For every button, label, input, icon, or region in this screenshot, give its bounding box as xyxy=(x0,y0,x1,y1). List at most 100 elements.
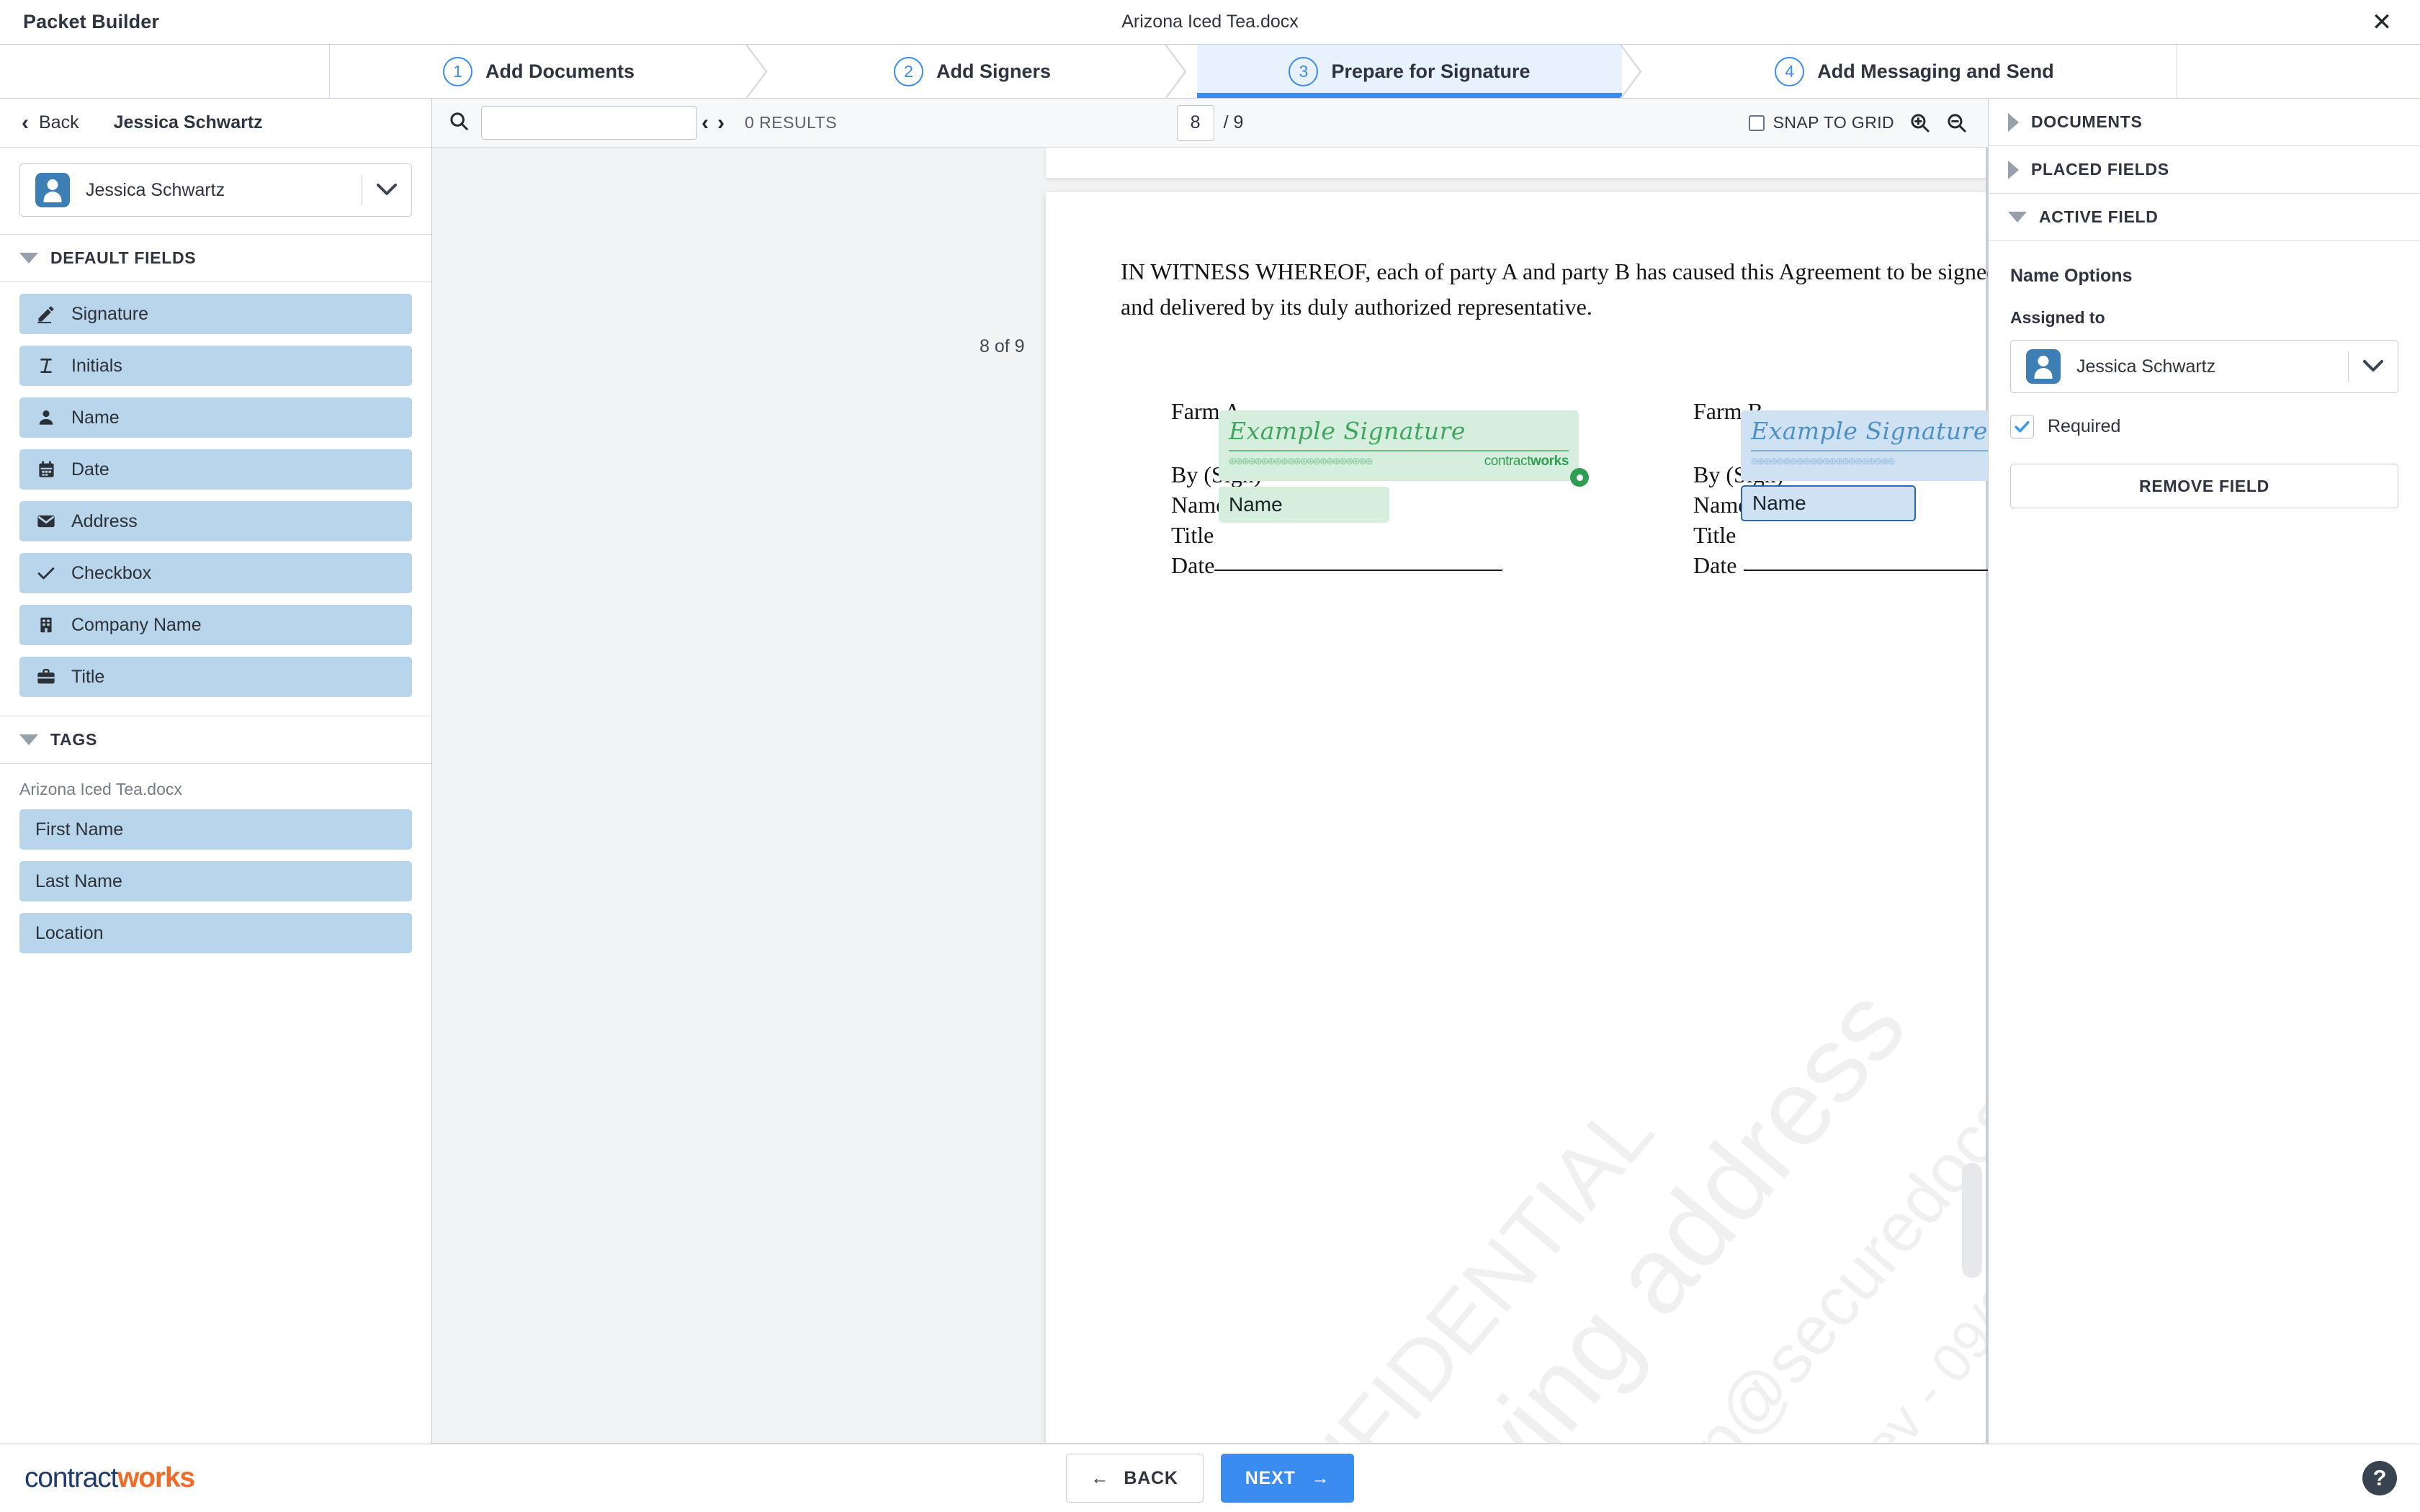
tags-section-header[interactable]: TAGS xyxy=(0,716,431,764)
required-label: Required xyxy=(2048,416,2120,437)
search-next-button[interactable]: › xyxy=(713,112,729,134)
document-toolbar: ‹ › 0 RESULTS / 9 SNAP TO GRID xyxy=(432,99,1988,148)
tag-chip-first-name[interactable]: First Name xyxy=(19,809,412,850)
tags-list: First Name Last Name Location xyxy=(0,809,431,972)
tag-chip-label: Location xyxy=(35,923,104,944)
document-content: IN WITNESS WHEREOF, each of party A and … xyxy=(1046,192,1988,583)
signature-column-farm-b: Farm B By (Sign) Name Title xyxy=(1693,396,1988,580)
step-add-messaging-and-send[interactable]: 4 Add Messaging and Send xyxy=(1652,45,2177,98)
search-icon[interactable] xyxy=(448,110,470,135)
placed-signature-field-a[interactable]: Example Signature ⊕⊕⊕⊕⊕⊕⊕⊕⊕⊕⊕⊕⊕⊕⊕⊕⊕⊕⊕⊕⊕⊕… xyxy=(1219,410,1579,481)
canvas-scrollbar-thumb[interactable] xyxy=(1962,1163,1982,1278)
field-chip-initials[interactable]: Initials xyxy=(19,346,412,386)
step-label-4: Add Messaging and Send xyxy=(1817,60,2054,83)
step-add-signers[interactable]: 2 Add Signers xyxy=(778,45,1167,98)
toolbar-right-group: SNAP TO GRID xyxy=(1749,112,1988,134)
document-page[interactable]: CONFIDENTIAL following address setup@sec… xyxy=(1046,192,1988,1444)
chevron-down-icon[interactable] xyxy=(2349,360,2398,373)
field-chip-signature[interactable]: Signature xyxy=(19,294,412,334)
left-sidebar: ‹ Back Jessica Schwartz Jessica Schwartz xyxy=(0,99,432,1444)
page-number-input[interactable] xyxy=(1177,105,1214,141)
next-button-footer[interactable]: NEXT → xyxy=(1221,1454,1355,1503)
search-input[interactable] xyxy=(481,106,697,140)
placed-name-field-value-a: Name xyxy=(1229,493,1283,516)
assigned-to-value: Jessica Schwartz xyxy=(2076,356,2348,377)
field-chip-checkbox[interactable]: Checkbox xyxy=(19,553,412,593)
placed-fields-section-label: PLACED FIELDS xyxy=(2031,160,2169,179)
field-chip-name[interactable]: Name xyxy=(19,397,412,438)
remove-field-button[interactable]: REMOVE FIELD xyxy=(2010,464,2398,508)
name-label-b: Name xyxy=(1693,492,1748,518)
tag-chip-label: Last Name xyxy=(35,871,122,892)
step-number-1: 1 xyxy=(443,57,472,86)
signature-block: Farm A By (Sign) Name Title xyxy=(1121,396,1988,583)
placed-name-field-a[interactable]: Name xyxy=(1219,487,1389,523)
step-number-3: 3 xyxy=(1289,57,1318,86)
assigned-to-select[interactable]: Jessica Schwartz xyxy=(2010,340,2398,393)
document-workspace: ‹ › 0 RESULTS / 9 SNAP TO GRID xyxy=(432,99,1988,1444)
chevron-right-icon xyxy=(2008,113,2019,132)
document-canvas[interactable]: 8 of 9 CONFIDENTIAL following address se… xyxy=(432,148,1988,1444)
snap-to-grid-label: SNAP TO GRID xyxy=(1773,113,1894,132)
help-button[interactable]: ? xyxy=(2362,1461,2397,1495)
required-checkbox[interactable] xyxy=(2010,415,2034,438)
signature-brand-light-a: contract xyxy=(1484,454,1531,469)
tag-chip-location[interactable]: Location xyxy=(19,913,412,953)
back-button[interactable]: ‹ Back xyxy=(22,112,79,134)
avatar xyxy=(35,173,70,207)
title-row-a: Title xyxy=(1171,520,1528,550)
default-fields-section-header[interactable]: DEFAULT FIELDS xyxy=(0,235,431,282)
snap-to-grid-toggle[interactable]: SNAP TO GRID xyxy=(1749,113,1894,132)
tag-chip-label: First Name xyxy=(35,819,123,840)
snap-to-grid-checkbox[interactable] xyxy=(1749,115,1765,131)
stepper-right-spacer xyxy=(2177,45,2420,98)
back-button-footer[interactable]: ← BACK xyxy=(1066,1454,1204,1503)
active-field-section-header[interactable]: ACTIVE FIELD xyxy=(1989,194,2420,241)
check-icon xyxy=(35,563,57,583)
placed-signature-field-b[interactable]: Example Signature ⊕⊕⊕⊕⊕⊕⊕⊕⊕⊕⊕⊕⊕⊕⊕⊕⊕⊕⊕⊕⊕⊕… xyxy=(1741,410,1988,481)
chevron-down-icon xyxy=(19,253,38,264)
field-chip-label: Title xyxy=(71,667,104,688)
search-prev-button[interactable]: ‹ xyxy=(697,112,713,134)
page-indicator: 8 of 9 xyxy=(980,336,1025,357)
zoom-in-icon[interactable] xyxy=(1909,112,1931,134)
required-toggle[interactable]: Required xyxy=(2010,415,2398,438)
close-icon[interactable]: ✕ xyxy=(2368,9,2396,36)
placed-name-field-value-b: Name xyxy=(1752,492,1806,515)
tag-chip-last-name[interactable]: Last Name xyxy=(19,861,412,901)
step-add-documents[interactable]: 1 Add Documents xyxy=(330,45,748,98)
briefcase-icon xyxy=(35,667,57,687)
placed-fields-section-header[interactable]: PLACED FIELDS xyxy=(1989,146,2420,194)
signature-dot-pattern-a: ⊕⊕⊕⊕⊕⊕⊕⊕⊕⊕⊕⊕⊕⊕⊕⊕⊕⊕⊕⊕⊕⊕ xyxy=(1229,454,1372,469)
calendar-icon xyxy=(35,459,57,480)
chevron-right-icon xyxy=(2008,161,2019,179)
signature-sample-text-a: Example Signature xyxy=(1229,417,1569,445)
field-chip-date[interactable]: Date xyxy=(19,449,412,490)
step-chevron-1 xyxy=(748,45,778,98)
text-cursor-icon xyxy=(35,356,57,376)
step-number-4: 4 xyxy=(1775,57,1804,86)
chevron-down-icon[interactable] xyxy=(362,184,411,197)
signature-sample-text-b: Example Signature xyxy=(1751,417,1988,445)
field-chip-label: Initials xyxy=(71,356,122,377)
wizard-stepper: 1 Add Documents 2 Add Signers 3 Prepare … xyxy=(0,45,2420,99)
envelope-icon xyxy=(35,511,57,531)
title-label-a: Title xyxy=(1171,522,1214,548)
title-row-b: Title xyxy=(1693,520,1988,550)
field-handle-icon-a[interactable] xyxy=(1570,468,1589,487)
title-bar: Packet Builder Arizona Iced Tea.docx ✕ xyxy=(0,0,2420,45)
tags-label: TAGS xyxy=(50,730,97,750)
step-prepare-for-signature[interactable]: 3 Prepare for Signature xyxy=(1197,45,1622,98)
placed-name-field-b[interactable]: Name xyxy=(1741,485,1916,521)
search-results-count: 0 RESULTS xyxy=(745,113,837,132)
signer-select[interactable]: Jessica Schwartz xyxy=(19,163,412,217)
field-chip-title[interactable]: Title xyxy=(19,657,412,697)
next-button-footer-label: NEXT xyxy=(1245,1468,1296,1489)
field-chip-label: Date xyxy=(71,459,109,480)
page-total-label: / 9 xyxy=(1224,112,1244,133)
step-chevron-2 xyxy=(1167,45,1197,98)
field-chip-company-name[interactable]: Company Name xyxy=(19,605,412,645)
field-chip-address[interactable]: Address xyxy=(19,501,412,541)
documents-section-header[interactable]: DOCUMENTS xyxy=(1989,99,2420,146)
zoom-out-icon[interactable] xyxy=(1945,112,1968,134)
